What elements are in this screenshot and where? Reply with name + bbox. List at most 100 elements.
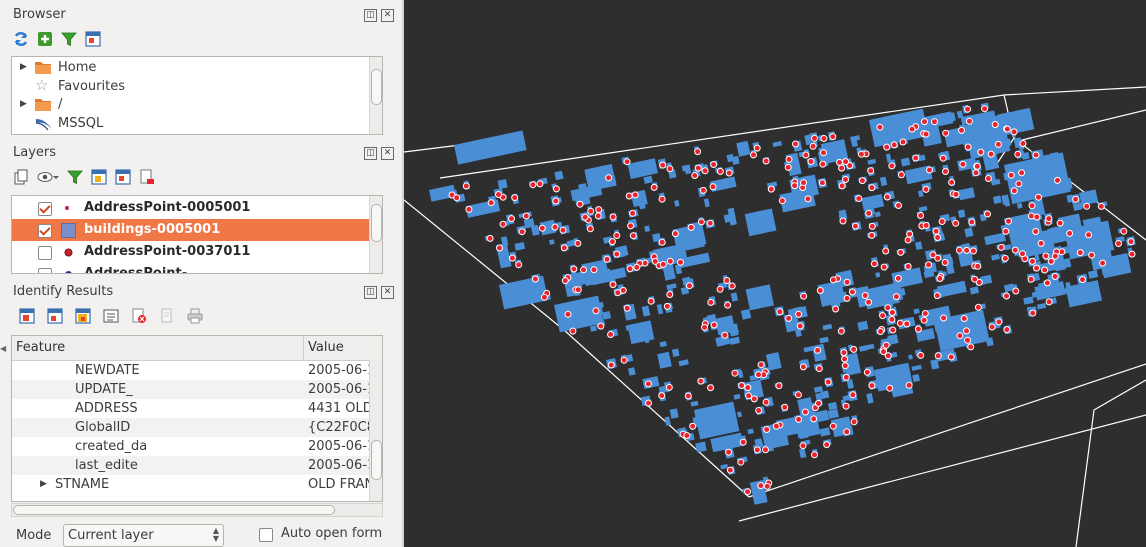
layer-item-addresspoint[interactable]: AddressPoint- xyxy=(12,263,382,273)
close-panel-button[interactable]: ✕ xyxy=(381,286,394,299)
close-panel-button[interactable]: ✕ xyxy=(381,147,394,160)
map-canvas[interactable] xyxy=(404,0,1146,547)
filter-icon[interactable] xyxy=(61,31,77,47)
copy-feature-icon[interactable] xyxy=(159,308,175,324)
layer-visibility-checkbox[interactable] xyxy=(38,246,52,260)
eye-visibility-icon[interactable] xyxy=(37,169,59,185)
address-point xyxy=(650,183,658,191)
address-point xyxy=(609,281,617,289)
collapse-tree-icon[interactable] xyxy=(47,308,63,324)
filter-icon[interactable] xyxy=(67,169,83,185)
layer-item-addresspoint-0037011[interactable]: AddressPoint-0037011 xyxy=(12,241,382,263)
float-panel-button[interactable]: ◫ xyxy=(364,286,377,299)
expand-arrow-icon[interactable]: ▶ xyxy=(20,95,27,114)
building-polygons xyxy=(429,102,1136,505)
browser-scrollbar[interactable] xyxy=(369,57,382,134)
browser-tree[interactable]: ▶ Home ☆ Favourites ▶ / MSSQL xyxy=(11,56,383,135)
address-point xyxy=(487,199,495,207)
building-polygon xyxy=(684,164,692,175)
expand-arrow-icon[interactable]: ▶ xyxy=(20,58,27,77)
float-panel-button[interactable]: ◫ xyxy=(364,9,377,22)
address-point xyxy=(574,239,582,247)
address-point xyxy=(956,332,964,340)
close-panel-button[interactable]: ✕ xyxy=(381,9,394,22)
collapse-all-icon[interactable] xyxy=(115,169,131,185)
scrollbar-thumb[interactable] xyxy=(13,505,335,515)
scrollbar-thumb[interactable] xyxy=(371,69,382,105)
building-polygon xyxy=(820,390,830,399)
identify-horizontal-scrollbar[interactable] xyxy=(11,503,383,517)
layer-visibility-checkbox[interactable] xyxy=(38,224,52,238)
address-point xyxy=(666,291,674,298)
layer-item-addresspoint-0005001[interactable]: AddressPoint-0005001 xyxy=(12,197,382,219)
building-polygon xyxy=(656,304,664,315)
address-point xyxy=(904,236,912,244)
print-icon[interactable] xyxy=(187,308,203,324)
column-header-value[interactable]: Value xyxy=(308,336,344,360)
auto-open-form-checkbox[interactable] xyxy=(259,528,273,542)
address-point xyxy=(1029,309,1037,317)
expand-arrow-icon[interactable]: ▶ xyxy=(40,475,47,494)
address-point xyxy=(925,261,933,269)
table-row[interactable]: NEWDATE 2005-06-15 xyxy=(12,361,382,380)
address-point xyxy=(561,277,569,285)
address-point xyxy=(931,118,938,126)
table-row[interactable]: ADDRESS 4431 OLD F xyxy=(12,399,382,418)
address-point xyxy=(776,308,784,316)
copy-layer-icon[interactable] xyxy=(13,169,29,185)
address-point xyxy=(627,222,635,230)
refresh-icon[interactable] xyxy=(13,31,29,47)
address-point xyxy=(762,398,770,406)
building-polygon xyxy=(1036,302,1047,310)
address-point xyxy=(699,186,707,194)
address-point xyxy=(800,179,807,187)
auto-open-form-label: Auto open form xyxy=(281,526,383,541)
expand-new-results-icon[interactable] xyxy=(75,308,91,324)
address-point xyxy=(609,213,617,221)
browser-panel-title: Browser xyxy=(13,7,66,22)
layer-visibility-checkbox[interactable] xyxy=(38,202,52,216)
expand-tree-icon[interactable] xyxy=(19,308,35,324)
value-cell: 4431 OLD F xyxy=(308,401,370,416)
address-point xyxy=(647,297,655,305)
layer-visibility-checkbox[interactable] xyxy=(38,268,52,273)
browser-item-label: / xyxy=(58,97,63,112)
value-cell: 2005-06-15 xyxy=(308,382,370,397)
table-row[interactable]: UPDATE_ 2005-06-15 xyxy=(12,380,382,399)
float-panel-button[interactable]: ◫ xyxy=(364,147,377,160)
add-layer-icon[interactable] xyxy=(37,31,53,47)
address-point xyxy=(922,130,930,138)
identify-scrollbar[interactable] xyxy=(369,360,382,501)
scrollbar-thumb[interactable] xyxy=(371,440,382,480)
table-row[interactable]: created_da 2005-06-15 xyxy=(12,437,382,456)
expand-arrow-icon[interactable]: ◀ xyxy=(0,344,6,353)
clear-highlights-icon[interactable] xyxy=(131,308,147,324)
remove-layer-icon[interactable] xyxy=(139,169,155,185)
column-header-feature[interactable]: Feature xyxy=(16,336,65,360)
feature-cell: last_edite xyxy=(75,458,138,473)
collapse-all-icon[interactable] xyxy=(85,31,101,47)
address-point xyxy=(762,446,769,454)
address-point xyxy=(843,294,851,302)
layers-tree[interactable]: AddressPoint-0005001 buildings-0005001 A… xyxy=(11,195,383,274)
address-point xyxy=(973,162,981,170)
mode-select[interactable]: Current layer ▲ ▼ xyxy=(63,524,224,547)
identify-results-table[interactable]: Feature Value NEWDATE 2005-06-15 UPDATE_… xyxy=(11,335,383,502)
address-point xyxy=(1128,250,1136,258)
building-polygon xyxy=(1004,198,1011,207)
address-point xyxy=(889,326,897,334)
scrollbar-thumb[interactable] xyxy=(371,204,382,242)
expand-all-icon[interactable] xyxy=(91,169,107,185)
address-point xyxy=(1079,276,1086,284)
layers-scrollbar[interactable] xyxy=(369,196,382,273)
table-row[interactable]: ▶ STNAME OLD FRAN... xyxy=(12,475,382,494)
clear-results-icon[interactable] xyxy=(103,308,119,324)
table-row[interactable]: GlobalID {C22F0C8B xyxy=(12,418,382,437)
table-row[interactable]: last_edite 2005-06-15 xyxy=(12,456,382,475)
address-point xyxy=(879,312,887,320)
address-point xyxy=(629,209,637,217)
address-point xyxy=(592,307,600,315)
address-point xyxy=(967,343,975,351)
address-point xyxy=(629,232,637,240)
layer-item-buildings-0005001[interactable]: buildings-0005001 xyxy=(12,219,382,241)
